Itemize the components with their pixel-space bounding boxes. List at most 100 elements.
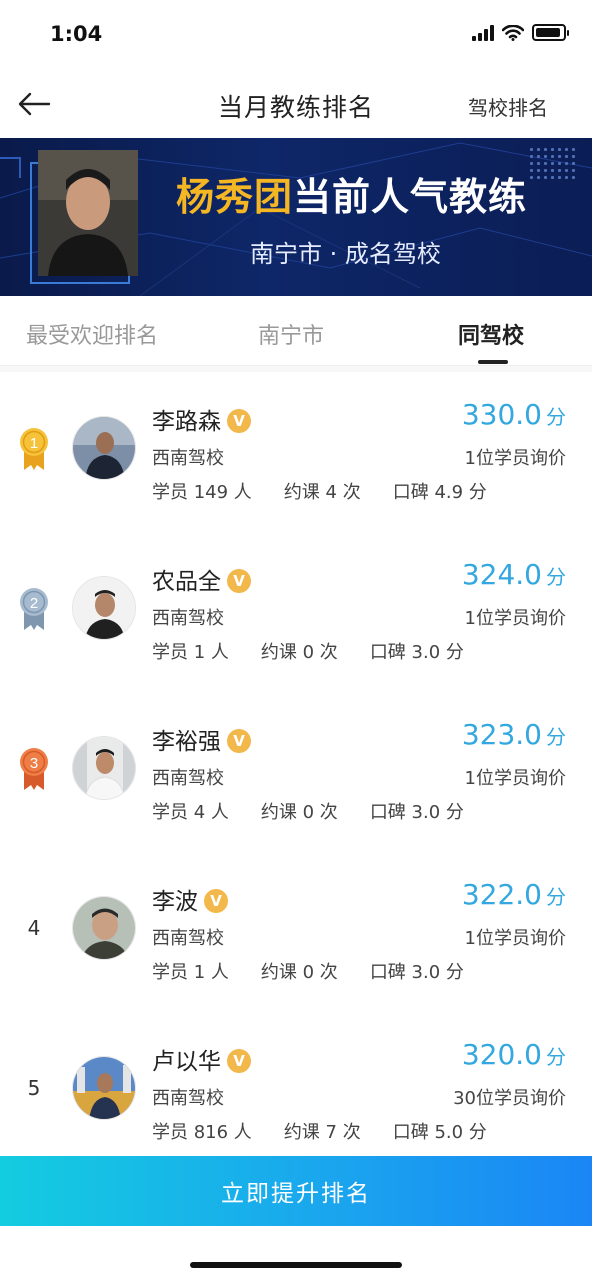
verified-badge-icon: V bbox=[227, 729, 251, 753]
rating: 口碑 5.0 分 bbox=[392, 1122, 487, 1143]
score-value: 323.0 bbox=[461, 718, 542, 751]
score-value: 330.0 bbox=[461, 398, 542, 431]
boost-ranking-button[interactable]: 立即提升排名 bbox=[0, 1156, 592, 1226]
coach-stats: 学员 4 人 约课 0 次 口碑 3.0 分 bbox=[152, 798, 464, 824]
student-count: 学员 4 人 bbox=[152, 802, 229, 823]
avatar bbox=[72, 736, 136, 800]
coach-row[interactable]: 1 李路森 V 西南驾校 学员 149 人 约课 4 次 口碑 4.9 分 330… bbox=[0, 372, 592, 532]
coach-score: 322.0 分 bbox=[462, 878, 566, 911]
student-count: 学员 816 人 bbox=[152, 1122, 252, 1143]
coach-row[interactable]: 2 农品全 V 西南驾校 学员 1 人 约课 0 次 口碑 3.0 分 324.0… bbox=[0, 532, 592, 692]
student-count: 学员 1 人 bbox=[152, 642, 229, 663]
coach-row[interactable]: 3 李裕强 V 西南驾校 学员 4 人 约课 0 次 口碑 3.0 分 323.0… bbox=[0, 692, 592, 852]
coach-name-line: 李裕强 V bbox=[152, 722, 251, 756]
score-unit: 分 bbox=[546, 725, 566, 749]
coach-name: 李路森 bbox=[152, 409, 221, 435]
verified-badge-icon: V bbox=[227, 409, 251, 433]
coach-name: 李裕强 bbox=[152, 729, 221, 755]
lesson-count: 约课 0 次 bbox=[260, 802, 338, 823]
student-count: 学员 149 人 bbox=[152, 482, 252, 503]
coach-stats: 学员 1 人 约课 0 次 口碑 3.0 分 bbox=[152, 638, 464, 664]
coach-photo bbox=[38, 150, 138, 276]
coach-row[interactable]: 5 卢以华 V 西南驾校 学员 816 人 约课 7 次 口碑 5.0 分 320… bbox=[0, 1012, 592, 1162]
wifi-icon bbox=[502, 24, 524, 41]
coach-row[interactable]: 4 李波 V 西南驾校 学员 1 人 约课 0 次 口碑 3.0 分 322.0 分… bbox=[0, 852, 592, 1012]
rating: 口碑 3.0 分 bbox=[369, 802, 464, 823]
score-value: 320.0 bbox=[461, 1038, 542, 1071]
coach-school: 西南驾校 bbox=[152, 928, 224, 949]
gold-medal-icon: 1 bbox=[20, 428, 48, 470]
coach-school: 西南驾校 bbox=[152, 1088, 224, 1109]
lesson-count: 约课 0 次 bbox=[260, 962, 338, 983]
score-unit: 分 bbox=[546, 1045, 566, 1069]
home-indicator bbox=[190, 1262, 402, 1268]
coach-score: 324.0 分 bbox=[462, 558, 566, 591]
inquiry-count: 1位学员询价 bbox=[464, 768, 566, 789]
banner-dots-decoration bbox=[528, 146, 578, 182]
banner-subtitle: 南宁市 · 成名驾校 bbox=[250, 240, 441, 268]
lesson-count: 约课 0 次 bbox=[260, 642, 338, 663]
rating: 口碑 4.9 分 bbox=[392, 482, 487, 503]
status-bar: 1:04 bbox=[0, 0, 592, 70]
bronze-medal-icon: 3 bbox=[20, 748, 48, 790]
avatar bbox=[72, 896, 136, 960]
rank-number: 4 bbox=[27, 916, 41, 940]
school-ranking-link[interactable]: 驾校排名 bbox=[468, 92, 548, 121]
rank-number: 5 bbox=[27, 1076, 41, 1100]
lesson-count: 约课 7 次 bbox=[283, 1122, 361, 1143]
silver-medal-icon: 2 bbox=[20, 588, 48, 630]
coach-score: 330.0 分 bbox=[462, 398, 566, 431]
lesson-count: 约课 4 次 bbox=[283, 482, 361, 503]
score-value: 324.0 bbox=[461, 558, 542, 591]
tab-city[interactable]: 南宁市 bbox=[258, 318, 324, 350]
coach-school: 西南驾校 bbox=[152, 448, 224, 469]
banner-title-suffix: 当前人气教练 bbox=[293, 175, 528, 219]
coach-stats: 学员 149 人 约课 4 次 口碑 4.9 分 bbox=[152, 478, 487, 504]
rank-label: 1 bbox=[30, 435, 38, 452]
inquiry-count: 1位学员询价 bbox=[464, 928, 566, 949]
inquiry-count: 1位学员询价 bbox=[464, 448, 566, 469]
coach-stats: 学员 1 人 约课 0 次 口碑 3.0 分 bbox=[152, 958, 464, 984]
coach-name: 农品全 bbox=[152, 569, 221, 595]
tab-same-school[interactable]: 同驾校 bbox=[458, 318, 524, 350]
nav-bar: 当月教练排名 驾校排名 bbox=[0, 70, 592, 138]
cellular-signal-icon bbox=[472, 24, 494, 41]
coach-school: 西南驾校 bbox=[152, 608, 224, 629]
rating: 口碑 3.0 分 bbox=[369, 642, 464, 663]
coach-stats: 学员 816 人 约课 7 次 口碑 5.0 分 bbox=[152, 1118, 487, 1144]
coach-name-line: 卢以华 V bbox=[152, 1042, 251, 1076]
coach-name: 卢以华 bbox=[152, 1049, 221, 1075]
avatar bbox=[72, 1056, 136, 1120]
student-count: 学员 1 人 bbox=[152, 962, 229, 983]
coach-school: 西南驾校 bbox=[152, 768, 224, 789]
coach-score: 323.0 分 bbox=[462, 718, 566, 751]
avatar bbox=[72, 416, 136, 480]
rank-label: 3 bbox=[30, 755, 38, 772]
verified-badge-icon: V bbox=[227, 569, 251, 593]
score-unit: 分 bbox=[546, 405, 566, 429]
coach-name-line: 农品全 V bbox=[152, 562, 251, 596]
rank-label: 2 bbox=[30, 595, 38, 612]
battery-icon bbox=[532, 24, 569, 41]
coach-list: 1 李路森 V 西南驾校 学员 149 人 约课 4 次 口碑 4.9 分 330… bbox=[0, 372, 592, 1162]
coach-name-line: 李波 V bbox=[152, 882, 228, 916]
inquiry-count: 30位学员询价 bbox=[453, 1088, 566, 1109]
score-value: 322.0 bbox=[461, 878, 542, 911]
coach-name-line: 李路森 V bbox=[152, 402, 251, 436]
avatar bbox=[72, 576, 136, 640]
status-time: 1:04 bbox=[50, 22, 103, 46]
popular-coach-banner[interactable]: 杨秀团当前人气教练 南宁市 · 成名驾校 bbox=[0, 138, 592, 296]
status-icons bbox=[472, 24, 569, 41]
verified-badge-icon: V bbox=[227, 1049, 251, 1073]
ranking-tabs: 最受欢迎排名 南宁市 同驾校 bbox=[0, 296, 592, 366]
tab-most-popular[interactable]: 最受欢迎排名 bbox=[26, 318, 158, 350]
rating: 口碑 3.0 分 bbox=[369, 962, 464, 983]
active-tab-indicator bbox=[478, 360, 508, 364]
score-unit: 分 bbox=[546, 565, 566, 589]
inquiry-count: 1位学员询价 bbox=[464, 608, 566, 629]
score-unit: 分 bbox=[546, 885, 566, 909]
coach-score: 320.0 分 bbox=[462, 1038, 566, 1071]
banner-title: 杨秀团当前人气教练 bbox=[176, 166, 527, 221]
coach-name: 李波 bbox=[152, 889, 198, 915]
banner-coach-name: 杨秀团 bbox=[176, 175, 294, 219]
